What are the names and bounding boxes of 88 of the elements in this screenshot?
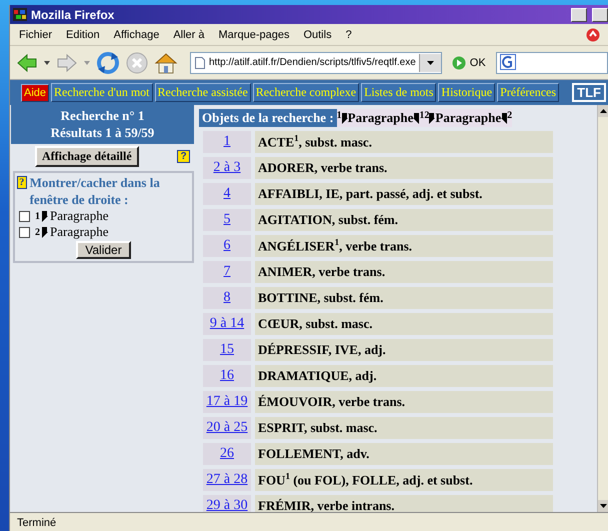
checkbox[interactable] — [19, 210, 30, 222]
go-icon[interactable] — [452, 56, 466, 70]
nav-link[interactable]: Historique — [438, 83, 496, 102]
range-link[interactable]: 9 à 14 — [210, 316, 244, 331]
bracket-icon — [501, 112, 508, 124]
menu-item[interactable]: Edition — [66, 28, 100, 40]
entry-cell: ÉMOUVOIR, verbe trans. — [255, 391, 553, 413]
object-label: Paragraphe — [348, 110, 414, 126]
menu-item[interactable]: Fichier — [19, 28, 52, 40]
checkbox[interactable] — [19, 226, 30, 238]
range-link[interactable]: 4 — [224, 186, 230, 201]
site-logo: TLF — [572, 83, 606, 102]
range-link[interactable]: 2 à 3 — [213, 160, 241, 175]
range-link[interactable]: 15 — [220, 342, 234, 357]
object-number: 1 — [419, 110, 424, 121]
status-text: Terminé — [17, 516, 56, 528]
range-link[interactable]: 5 — [224, 212, 230, 227]
range-link[interactable]: 17 à 19 — [206, 394, 248, 409]
nav-link[interactable]: Recherche d'un mot — [51, 83, 152, 102]
reload-icon[interactable] — [96, 50, 120, 74]
option-label: Paragraphe — [50, 224, 108, 240]
entry-cell: ACTE$^{1}$, subst. masc. — [255, 131, 553, 153]
entry-cell: ESPRIT, subst. masc. — [255, 417, 553, 439]
option-label: Paragraphe — [50, 208, 108, 224]
entry-cell: ANIMER, verbe trans. — [255, 261, 553, 283]
range-link[interactable]: 6 — [224, 238, 230, 253]
bracket-icon — [42, 210, 48, 222]
back-arrow-icon[interactable] — [16, 52, 38, 74]
range-link[interactable]: 7 — [224, 264, 230, 279]
options-title: Montrer/cacher dans la fenêtre de droite : — [30, 174, 161, 208]
range-link[interactable]: 29 à 30 — [206, 498, 248, 512]
help-link[interactable]: Aide — [21, 84, 50, 102]
search-field[interactable] — [496, 52, 608, 74]
nav-link[interactable]: Recherche complexe — [252, 83, 360, 102]
results-heading: Objets de la recherche : — [199, 109, 337, 127]
help-icon[interactable]: ? — [17, 176, 27, 189]
address-field[interactable]: http://atilf.atilf.fr/Dendien/scripts/tlfiv5/reqtlf.exe — [190, 52, 442, 74]
page-icon — [195, 56, 205, 68]
range-link[interactable]: 20 à 25 — [206, 420, 248, 435]
detailed-view-button[interactable]: Affichage détaillé — [35, 146, 139, 167]
menu-item[interactable]: ? — [346, 28, 352, 40]
range-link[interactable]: 1 — [224, 134, 230, 149]
menu-item[interactable]: Aller à — [173, 28, 205, 40]
bracket-icon — [429, 112, 436, 124]
bracket-icon — [42, 226, 48, 238]
entry-cell: DÉPRESSIF, IVE, adj. — [255, 339, 553, 361]
entry-cell: BOTTINE, subst. fém. — [255, 287, 553, 309]
entry-cell: CŒUR, subst. masc. — [255, 313, 553, 335]
range-link[interactable]: 16 — [220, 368, 234, 383]
object-number: 2 — [507, 110, 512, 121]
entry-cell: FOU$^{1}$ (ou FOL), FOLLE, adj. et subst. — [255, 469, 553, 491]
entry-cell: AFFAIBLI, IE, part. passé, adj. et subst. — [255, 183, 553, 205]
scroll-up-icon[interactable] — [600, 109, 606, 113]
results-count: Résultats 1 à 59/59 — [50, 124, 156, 141]
object-number: 2 — [424, 110, 430, 121]
range-link[interactable]: 8 — [224, 290, 230, 305]
submit-button[interactable]: Valider — [76, 241, 131, 259]
range-link[interactable]: 26 — [220, 446, 234, 461]
option-number: 2 — [35, 226, 40, 238]
dropdown-icon[interactable] — [427, 60, 434, 64]
scroll-down-icon[interactable] — [600, 504, 606, 508]
option-number: 1 — [35, 210, 40, 222]
search-title: Recherche n° 1 — [60, 107, 146, 124]
maximize-button[interactable] — [592, 8, 608, 22]
entry-cell: FOLLEMENT, adv. — [255, 443, 553, 465]
entry-cell: FRÉMIR, verbe intrans. — [255, 495, 553, 512]
go-button[interactable]: OK — [470, 56, 486, 68]
bracket-icon — [413, 112, 420, 124]
scrollbar[interactable] — [597, 105, 608, 512]
object-number: 1 — [336, 110, 342, 121]
menu-item[interactable]: Marque-pages — [218, 28, 290, 40]
window-title: Mozilla Firefox — [31, 8, 114, 22]
entry-cell: DRAMATIQUE, adj. — [255, 365, 553, 387]
nav-link[interactable]: Listes de mots — [361, 83, 436, 102]
entry-cell: ADORER, verbe trans. — [255, 157, 553, 179]
menu-item[interactable]: Outils — [303, 28, 332, 40]
range-link[interactable]: 27 à 28 — [206, 472, 248, 487]
nav-link[interactable]: Recherche assistée — [154, 83, 251, 102]
object-label: Paragraphe — [435, 110, 502, 126]
search-engine-icon[interactable] — [500, 54, 516, 70]
help-icon[interactable]: ? — [177, 150, 190, 163]
home-icon[interactable] — [154, 50, 178, 74]
entry-cell: AGITATION, subst. fém. — [255, 209, 553, 231]
nav-link[interactable]: Préférences — [497, 83, 560, 102]
menu-item[interactable]: Affichage — [114, 28, 160, 40]
bracket-icon — [342, 112, 348, 124]
entry-cell: ANGÉLISER$^{1}$, verbe trans. — [255, 235, 553, 257]
minimize-button[interactable] — [571, 8, 587, 22]
